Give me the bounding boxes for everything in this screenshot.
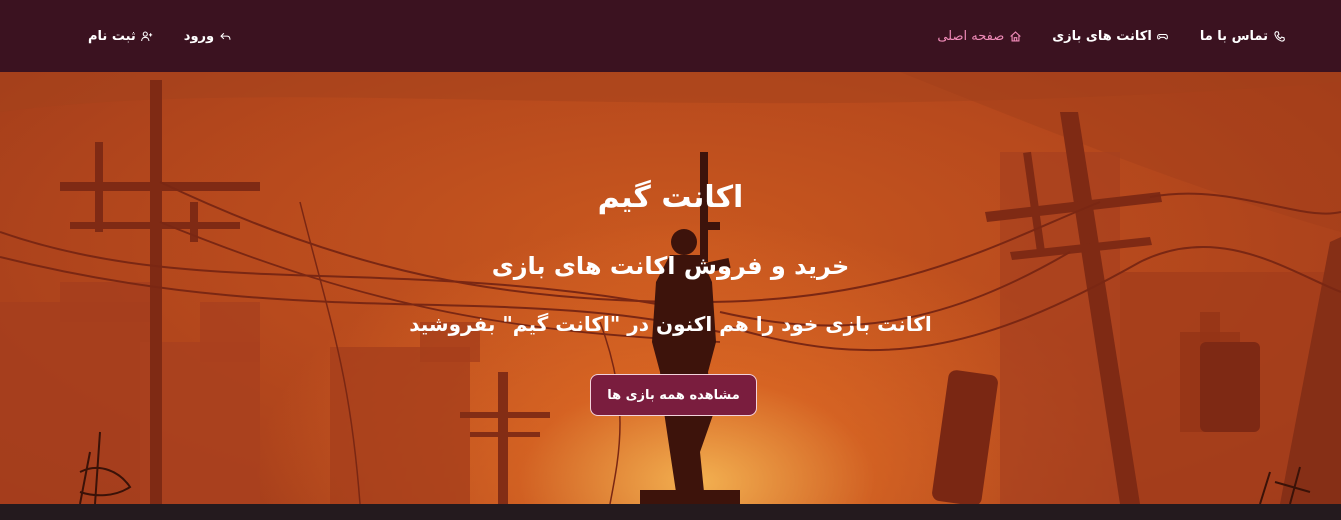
nav-home-label: صفحه اصلی — [937, 28, 1005, 44]
nav-accounts-link[interactable]: اکانت های بازی — [1052, 29, 1170, 44]
nav-register-label: ثبت نام — [88, 28, 136, 44]
hero-description: اکانت بازی خود را هم اکنون در "اکانت گیم… — [409, 312, 932, 336]
login-arrow-icon — [218, 29, 232, 43]
gamepad-icon — [1156, 29, 1170, 43]
top-navbar: صفحه اصلی اکانت های بازی تماس با ما ثبت … — [0, 0, 1341, 72]
nav-register-link[interactable]: ثبت نام — [88, 29, 154, 44]
auth-nav: ثبت نام ورود — [88, 0, 232, 72]
main-nav: صفحه اصلی اکانت های بازی تماس با ما — [937, 0, 1286, 72]
nav-accounts-label: اکانت های بازی — [1052, 28, 1152, 44]
home-icon — [1008, 29, 1022, 43]
hero-content: اکانت گیم خرید و فروش اکانت های بازی اکا… — [0, 72, 1341, 504]
nav-login-label: ورود — [183, 28, 215, 44]
nav-home-link[interactable]: صفحه اصلی — [937, 29, 1022, 44]
nav-contact-link[interactable]: تماس با ما — [1200, 29, 1286, 44]
bottom-strip — [0, 504, 1341, 520]
hero-title: اکانت گیم — [597, 180, 744, 215]
nav-login-link[interactable]: ورود — [184, 29, 232, 44]
nav-contact-label: تماس با ما — [1199, 28, 1268, 44]
phone-icon — [1272, 29, 1286, 43]
view-all-games-button[interactable]: مشاهده همه بازی ها — [590, 374, 757, 416]
hero-banner: اکانت گیم خرید و فروش اکانت های بازی اکا… — [0, 72, 1341, 504]
hero-subtitle: خرید و فروش اکانت های بازی — [491, 252, 850, 280]
user-plus-icon — [140, 29, 154, 43]
